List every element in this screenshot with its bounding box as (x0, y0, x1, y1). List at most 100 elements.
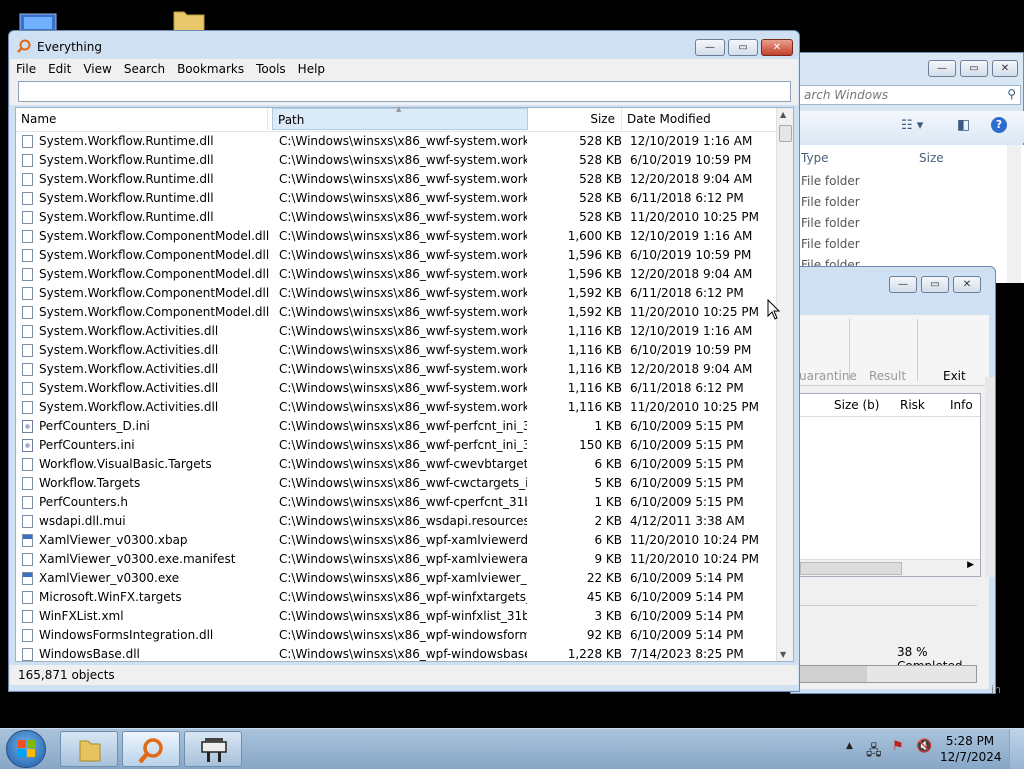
cell-size: 1,116 KB (567, 400, 622, 414)
explorer-scrollbar[interactable] (1007, 145, 1021, 283)
volume-muted-icon[interactable]: 🔇 (916, 739, 932, 754)
table-row[interactable]: System.Workflow.Runtime.dll C:\Windows\wi… (16, 170, 778, 189)
col-date-header[interactable]: Date Modified (622, 108, 778, 130)
col-size-header[interactable]: Size (528, 108, 622, 130)
title-bar[interactable]: Everything — ▭ ✕ (9, 31, 799, 61)
scroll-up-icon[interactable]: ▲ (780, 110, 786, 119)
results-list[interactable]: Name Path Size Date Modified ▲ System.Wo… (15, 105, 794, 664)
explorer-item[interactable]: File folder (801, 237, 860, 251)
dll-file-icon (22, 135, 33, 148)
quarantine-button[interactable]: uarantine (799, 369, 857, 383)
search-input[interactable] (18, 81, 791, 102)
table-row[interactable]: System.Workflow.ComponentModel.dll C:\Win… (16, 303, 778, 322)
maximize-button[interactable]: ▭ (921, 276, 949, 293)
table-row[interactable]: PerfCounters_D.ini C:\Windows\winsxs\x86_… (16, 417, 778, 436)
cell-name: System.Workflow.Activities.dll (39, 343, 219, 357)
table-row[interactable]: Microsoft.WinFX.targets C:\Windows\winsxs… (16, 588, 778, 607)
taskbar-scanner-button[interactable] (184, 731, 242, 767)
h-scrollbar[interactable]: ▶ (800, 559, 980, 576)
search-input[interactable]: arch Windows ⚲ (799, 85, 1021, 105)
network-icon[interactable]: 🖧 (866, 740, 882, 764)
table-row[interactable]: System.Workflow.Runtime.dll C:\Windows\wi… (16, 132, 778, 151)
scroll-down-icon[interactable]: ▼ (780, 650, 786, 659)
table-row[interactable]: System.Workflow.ComponentModel.dll C:\Win… (16, 246, 778, 265)
menu-edit[interactable]: Edit (42, 62, 77, 76)
explorer-window[interactable]: — ▭ ✕ arch Windows ⚲ ☷ ▾ ◧ ? Type Size F… (790, 52, 1024, 283)
clock[interactable]: 5:28 PM 12/7/2024 (940, 733, 1002, 765)
settings-file-icon (22, 439, 33, 452)
folder-desktop-icon[interactable] (172, 6, 206, 33)
settings-file-icon (22, 420, 33, 433)
col-size-header[interactable]: Size (919, 151, 944, 165)
show-hidden-icons[interactable]: ▲ (846, 741, 853, 751)
table-row[interactable]: XamlViewer_v0300.xbap C:\Windows\winsxs\x… (16, 531, 778, 550)
menu-bookmarks[interactable]: Bookmarks (171, 62, 250, 76)
table-row[interactable]: WindowsBase.dll C:\Windows\winsxs\x86_wpf… (16, 645, 778, 664)
table-row[interactable]: System.Workflow.ComponentModel.dll C:\Win… (16, 227, 778, 246)
table-row[interactable]: WindowsFormsIntegration.dll C:\Windows\wi… (16, 626, 778, 645)
menu-view[interactable]: View (77, 62, 117, 76)
close-button[interactable]: ✕ (953, 276, 981, 293)
scroll-thumb[interactable] (779, 125, 792, 142)
close-button[interactable]: ✕ (992, 60, 1018, 77)
everything-window[interactable]: Everything — ▭ ✕ File Edit View Search B… (8, 30, 800, 692)
help-icon[interactable]: ? (991, 117, 1007, 133)
taskbar-everything-button[interactable] (122, 731, 180, 767)
table-row[interactable]: System.Workflow.Activities.dll C:\Windows… (16, 341, 778, 360)
cell-path: C:\Windows\winsxs\x86_wpf-xamlviewerdepl… (279, 533, 527, 547)
minimize-button[interactable]: — (889, 276, 917, 293)
taskbar-explorer-button[interactable] (60, 731, 118, 767)
result-button[interactable]: Result (869, 369, 906, 383)
col-type-header[interactable]: Type (801, 151, 829, 165)
col-risk-header[interactable]: Risk (900, 398, 925, 412)
table-row[interactable]: System.Workflow.Activities.dll C:\Windows… (16, 398, 778, 417)
cell-size: 5 KB (594, 476, 622, 490)
views-icon[interactable]: ☷ ▾ (901, 118, 923, 133)
maximize-button[interactable]: ▭ (960, 60, 988, 77)
table-row[interactable]: wsdapi.dll.mui C:\Windows\winsxs\x86_wsda… (16, 512, 778, 531)
action-center-flag-icon[interactable]: ⚑ (892, 739, 904, 754)
minimize-button[interactable]: — (928, 60, 956, 77)
explorer-item[interactable]: File folder (801, 216, 860, 230)
table-row[interactable]: System.Workflow.Runtime.dll C:\Windows\wi… (16, 151, 778, 170)
start-button[interactable] (6, 730, 46, 768)
table-row[interactable]: System.Workflow.Runtime.dll C:\Windows\wi… (16, 189, 778, 208)
col-size-header[interactable]: Size (b) (834, 398, 879, 412)
cell-date: 6/10/2009 5:15 PM (630, 495, 744, 509)
table-row[interactable]: XamlViewer_v0300.exe.manifest C:\Windows\… (16, 550, 778, 569)
table-row[interactable]: PerfCounters.h C:\Windows\winsxs\x86_wwf-… (16, 493, 778, 512)
col-name-header[interactable]: Name (16, 108, 268, 130)
table-row[interactable]: System.Workflow.ComponentModel.dll C:\Win… (16, 284, 778, 303)
vertical-scrollbar[interactable]: ▲ ▼ (776, 108, 793, 661)
close-button[interactable]: ✕ (761, 39, 793, 56)
menu-tools[interactable]: Tools (250, 62, 292, 76)
table-row[interactable]: PerfCounters.ini C:\Windows\winsxs\x86_ww… (16, 436, 778, 455)
preview-pane-icon[interactable]: ◧ (957, 117, 970, 133)
menu-file[interactable]: File (10, 62, 42, 76)
maximize-button[interactable]: ▭ (728, 39, 758, 56)
table-row[interactable]: XamlViewer_v0300.exe C:\Windows\winsxs\x8… (16, 569, 778, 588)
table-row[interactable]: Workflow.Targets C:\Windows\winsxs\x86_ww… (16, 474, 778, 493)
table-row[interactable]: System.Workflow.Activities.dll C:\Windows… (16, 360, 778, 379)
menu-search[interactable]: Search (118, 62, 171, 76)
sort-indicator-icon: ▲ (396, 105, 402, 113)
table-row[interactable]: System.Workflow.ComponentModel.dll C:\Win… (16, 265, 778, 284)
scanner-window[interactable]: — ▭ ✕ uarantine Result Exit Size (b) Ris… (790, 266, 1001, 696)
dll-file-icon (22, 306, 33, 319)
scanner-scrollbar[interactable] (985, 377, 995, 577)
menu-help[interactable]: Help (292, 62, 331, 76)
table-row[interactable]: Workflow.VisualBasic.Targets C:\Windows\w… (16, 455, 778, 474)
show-desktop-button[interactable] (1009, 729, 1024, 769)
minimize-button[interactable]: — (695, 39, 725, 56)
table-row[interactable]: System.Workflow.Activities.dll C:\Windows… (16, 322, 778, 341)
table-row[interactable]: System.Workflow.Activities.dll C:\Windows… (16, 379, 778, 398)
table-row[interactable]: WinFXList.xml C:\Windows\winsxs\x86_wpf-w… (16, 607, 778, 626)
cell-path: C:\Windows\winsxs\x86_wwf-perfcnt_ini_31… (279, 419, 527, 433)
table-row[interactable]: System.Workflow.Runtime.dll C:\Windows\wi… (16, 208, 778, 227)
explorer-item[interactable]: File folder (801, 195, 860, 209)
exit-button[interactable]: Exit (943, 369, 966, 383)
explorer-item[interactable]: File folder (801, 174, 860, 188)
computer-desktop-icon[interactable] (16, 10, 60, 33)
dll-file-icon (22, 401, 33, 414)
col-info-header[interactable]: Info (950, 398, 973, 412)
